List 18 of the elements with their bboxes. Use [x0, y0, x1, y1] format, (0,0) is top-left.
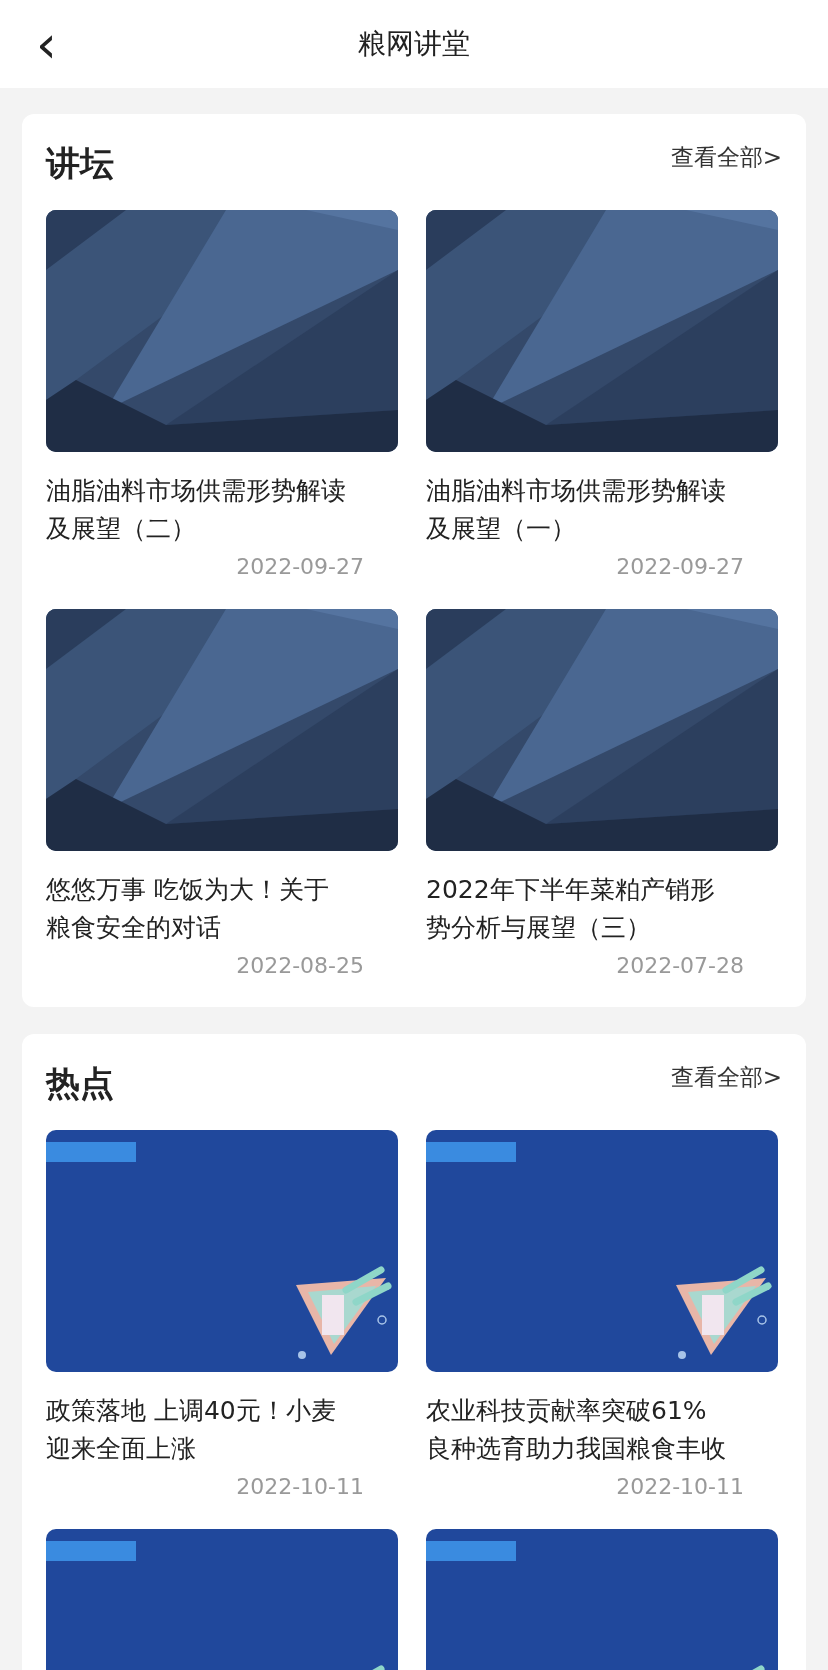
- video-date: 2022-10-11: [236, 1473, 364, 1501]
- video-date: 2022-07-28: [616, 952, 744, 980]
- video-title[interactable]: 2022年下半年菜粕产销形势分析与展望（三）: [426, 871, 731, 947]
- video-date: 2022-10-11: [616, 1473, 744, 1501]
- video-date: 2022-09-27: [236, 553, 364, 581]
- section-title: 热点: [46, 1062, 114, 1105]
- video-title[interactable]: 油脂油料市场供需形势解读及展望（一）: [426, 472, 731, 548]
- video-title[interactable]: 油脂油料市场供需形势解读及展望（二）: [46, 472, 351, 548]
- view-all-link[interactable]: 查看全部>: [670, 140, 782, 174]
- page-title: 粮网讲堂: [358, 26, 470, 62]
- video-date: 2022-09-27: [616, 553, 744, 581]
- video-title[interactable]: 农业科技贡献率突破61% 良种选育助力我国粮食丰收: [426, 1392, 731, 1468]
- video-title[interactable]: 悠悠万事 吃饭为大！关于粮食安全的对话: [46, 871, 351, 947]
- back-button[interactable]: ‹: [28, 18, 65, 70]
- video-title[interactable]: 政策落地 上调40元！小麦迎来全面上涨: [46, 1392, 351, 1468]
- view-all-link[interactable]: 查看全部>: [670, 1060, 782, 1094]
- section-title: 讲坛: [46, 142, 114, 185]
- video-date: 2022-08-25: [236, 952, 364, 980]
